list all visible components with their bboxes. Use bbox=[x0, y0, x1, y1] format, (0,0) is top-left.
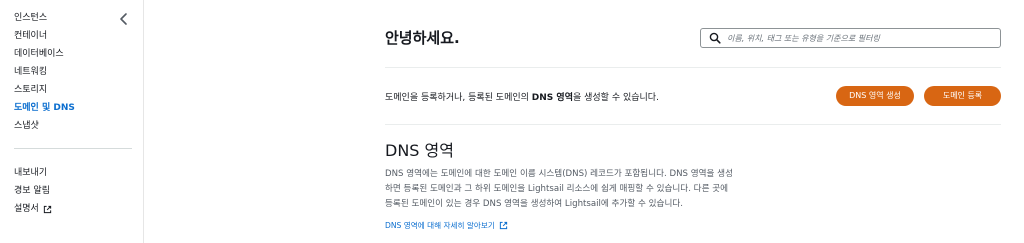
intro-text: 도메인을 등록하거나, 등록된 도메인의 DNS 영역을 생성할 수 있습니다. bbox=[385, 90, 659, 103]
description-line: DNS 영역에는 도메인에 대한 도메인 이름 시스템(DNS) 레코드가 포함… bbox=[385, 169, 733, 179]
intro-text-bold: DNS 영역 bbox=[531, 93, 573, 103]
sidebar-divider bbox=[14, 148, 132, 149]
sidebar-item-label: 설명서 bbox=[14, 203, 39, 214]
page-title: 안녕하세요. bbox=[385, 29, 460, 47]
sidebar-item-snapshots[interactable]: 스냅샷 bbox=[14, 119, 75, 137]
search-input[interactable] bbox=[727, 33, 997, 43]
sidebar-item-documentation[interactable]: 설명서 bbox=[14, 200, 52, 218]
learn-more-label: DNS 영역에 대해 자세히 알아보기 bbox=[385, 221, 495, 230]
sidebar-item-label: 내보내기 bbox=[14, 167, 48, 178]
search-icon bbox=[709, 32, 721, 44]
dns-section-description: DNS 영역에는 도메인에 대한 도메인 이름 시스템(DNS) 레코드가 포함… bbox=[385, 167, 785, 212]
dns-section-title: DNS 영역 bbox=[385, 141, 454, 160]
learn-more-link[interactable]: DNS 영역에 대해 자세히 알아보기 bbox=[385, 220, 508, 231]
sidebar: 인스턴스 컨테이너 데이터베이스 네트워킹 스토리지 도메인 및 DNS 스냅샷… bbox=[0, 0, 144, 243]
app: 인스턴스 컨테이너 데이터베이스 네트워킹 스토리지 도메인 및 DNS 스냅샷… bbox=[0, 0, 1024, 243]
sidebar-item-alarms[interactable]: 경보 알림 bbox=[14, 182, 52, 200]
external-link-icon bbox=[499, 221, 507, 230]
sidebar-item-networking[interactable]: 네트워킹 bbox=[14, 65, 75, 83]
sidebar-item-domains-dns[interactable]: 도메인 및 DNS bbox=[14, 101, 75, 119]
sidebar-nav: 인스턴스 컨테이너 데이터베이스 네트워킹 스토리지 도메인 및 DNS 스냅샷 bbox=[14, 11, 75, 137]
sidebar-item-instances[interactable]: 인스턴스 bbox=[14, 11, 75, 29]
sidebar-item-storage[interactable]: 스토리지 bbox=[14, 83, 75, 101]
sidebar-item-export[interactable]: 내보내기 bbox=[14, 164, 52, 182]
sidebar-item-label: 경보 알림 bbox=[14, 185, 50, 196]
section-divider bbox=[385, 124, 1001, 125]
create-dns-zone-button[interactable]: DNS 영역 생성 bbox=[836, 86, 914, 106]
sidebar-item-databases[interactable]: 데이터베이스 bbox=[14, 47, 75, 65]
register-domain-button[interactable]: 도메인 등록 bbox=[924, 86, 1001, 106]
intro-text-part: 을 생성할 수 있습니다. bbox=[572, 93, 659, 103]
sidebar-secondary-nav: 내보내기 경보 알림 설명서 bbox=[14, 164, 52, 218]
description-line: 등록된 도메인이 있는 경우 DNS 영역을 생성하여 Lightsail에 추… bbox=[385, 199, 683, 209]
section-divider bbox=[385, 67, 1001, 68]
chevron-left-icon bbox=[120, 13, 127, 25]
intro-text-part: 도메인을 등록하거나, 등록된 도메인의 bbox=[385, 93, 532, 103]
sidebar-item-containers[interactable]: 컨테이너 bbox=[14, 29, 75, 47]
search-box[interactable] bbox=[700, 28, 1001, 48]
external-link-icon bbox=[43, 205, 51, 213]
description-line: 하면 등록된 도메인과 그 하위 도메인을 Lightsail 리소스에 쉽게 … bbox=[385, 184, 729, 194]
collapse-sidebar-button[interactable] bbox=[117, 11, 131, 27]
